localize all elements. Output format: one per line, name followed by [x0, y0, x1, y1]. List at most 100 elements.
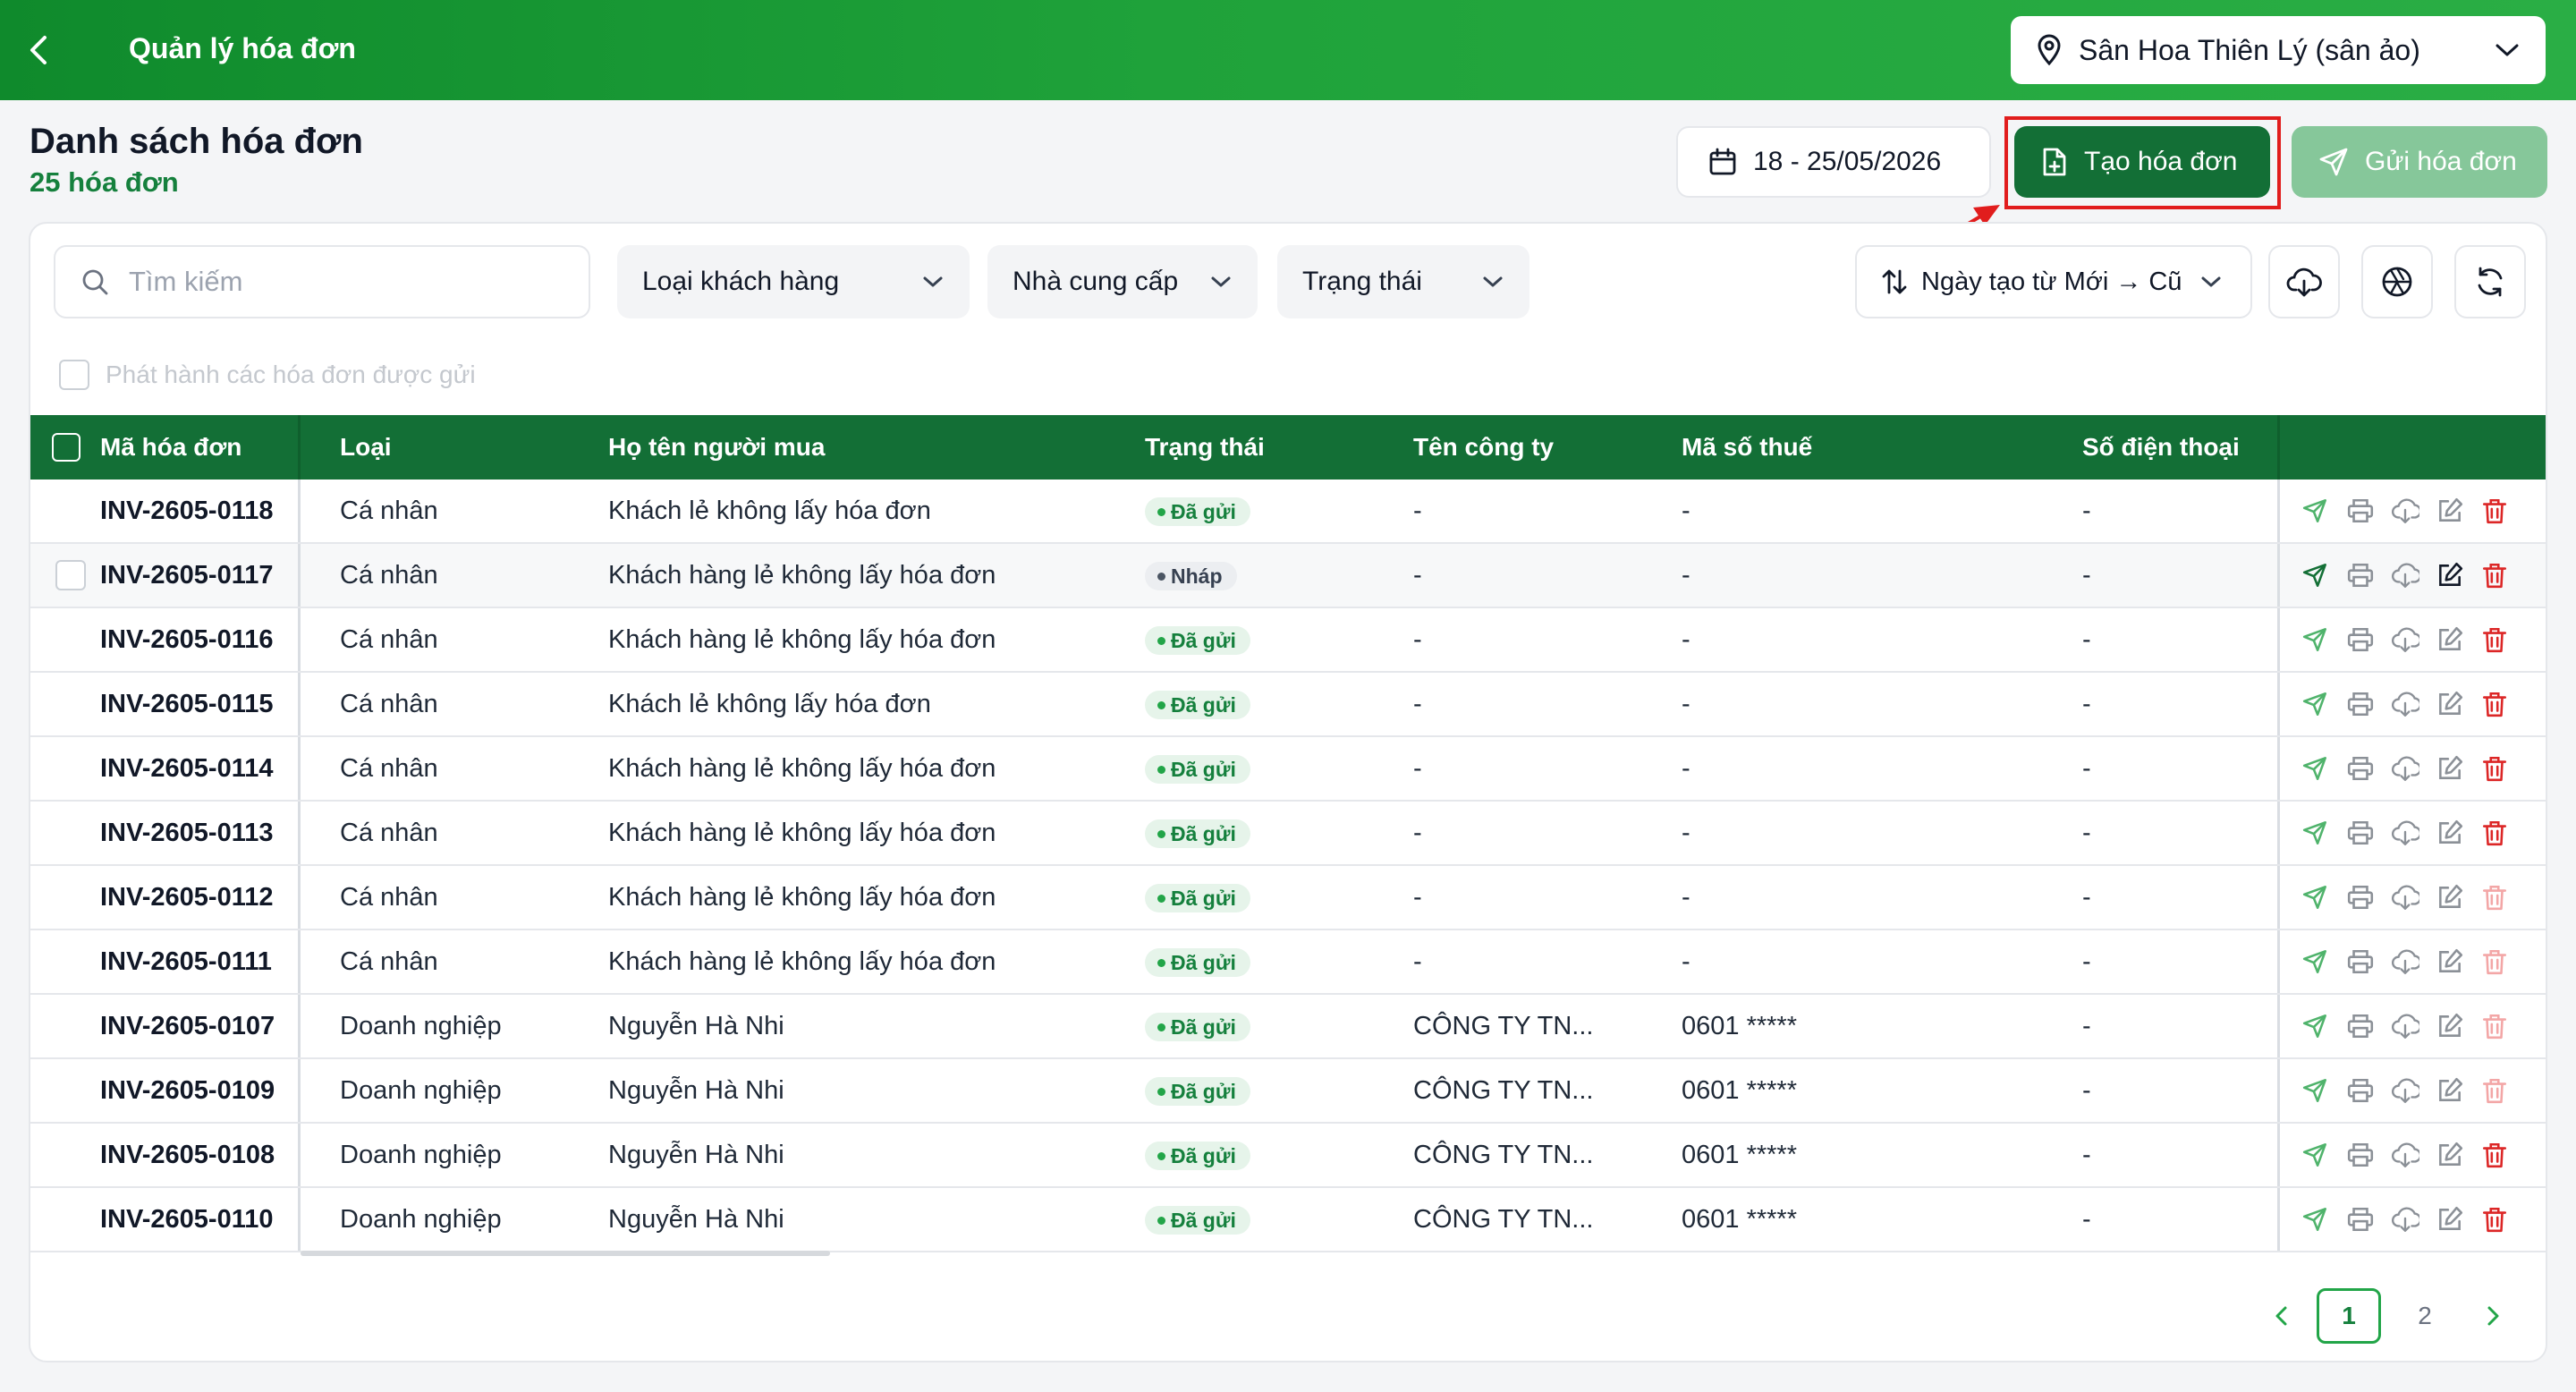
delete-row-button[interactable] [2472, 682, 2517, 726]
delete-row-button[interactable] [2472, 488, 2517, 533]
delete-row-button[interactable] [2472, 746, 2517, 791]
edit-row-button[interactable] [2428, 811, 2472, 855]
delete-row-button[interactable] [2472, 811, 2517, 855]
table-row[interactable]: INV-2605-0110 Doanh nghiệp Nguyễn Hà Nhi CÔ… [30, 1188, 2546, 1252]
table-row[interactable]: INV-2605-0108 Doanh nghiệp Nguyễn Hà Nhi CÔ… [30, 1124, 2546, 1188]
edit-row-button[interactable] [2428, 488, 2472, 533]
delete-row-button[interactable] [2472, 1197, 2517, 1242]
edit-row-button[interactable] [2428, 1004, 2472, 1048]
page-1-button[interactable]: 1 [2317, 1288, 2381, 1344]
delete-row-button[interactable] [2472, 553, 2517, 598]
delete-row-button[interactable] [2472, 1133, 2517, 1177]
table-row[interactable]: INV-2605-0118 Cá nhân Khách lẻ không lấy h… [30, 480, 2546, 544]
download-row-button[interactable] [2383, 553, 2428, 598]
send-row-button[interactable] [2293, 682, 2338, 726]
download-row-button[interactable] [2383, 1068, 2428, 1113]
cloud-download-button[interactable] [2268, 245, 2340, 318]
download-row-button[interactable] [2383, 875, 2428, 920]
send-row-button[interactable] [2293, 746, 2338, 791]
back-button[interactable] [20, 30, 59, 70]
send-row-button[interactable] [2293, 1197, 2338, 1242]
edit-row-button[interactable] [2428, 746, 2472, 791]
send-row-button[interactable] [2293, 875, 2338, 920]
table-row[interactable]: INV-2605-0111 Cá nhân Khách hàng lẻ không … [30, 930, 2546, 995]
table-row[interactable]: INV-2605-0114 Cá nhân Khách hàng lẻ không … [30, 737, 2546, 802]
select-all-checkbox[interactable] [52, 433, 80, 462]
table-row[interactable]: INV-2605-0113 Cá nhân Khách hàng lẻ không … [30, 802, 2546, 866]
download-row-button[interactable] [2383, 682, 2428, 726]
edit-row-button[interactable] [2428, 1068, 2472, 1113]
send-row-button[interactable] [2293, 553, 2338, 598]
send-row-button[interactable] [2293, 811, 2338, 855]
header-code[interactable]: Mã hóa đơn [100, 415, 242, 480]
horizontal-scrollbar[interactable] [301, 1251, 830, 1256]
header-buyer[interactable]: Họ tên người mua [608, 415, 825, 480]
header-status[interactable]: Trạng thái [1145, 415, 1265, 480]
edit-row-button[interactable] [2428, 682, 2472, 726]
print-row-button[interactable] [2338, 1004, 2383, 1048]
send-invoice-button[interactable]: Gửi hóa đơn [2292, 126, 2547, 198]
status-filter[interactable]: Trạng thái [1277, 245, 1530, 318]
row-checkbox[interactable] [55, 560, 86, 590]
send-row-button[interactable] [2293, 617, 2338, 662]
print-row-button[interactable] [2338, 1197, 2383, 1242]
print-row-button[interactable] [2338, 682, 2383, 726]
edit-row-button[interactable] [2428, 939, 2472, 984]
publish-sent-checkbox[interactable] [59, 360, 89, 390]
customer-type-filter[interactable]: Loại khách hàng [617, 245, 970, 318]
table-row[interactable]: INV-2605-0116 Cá nhân Khách hàng lẻ không … [30, 608, 2546, 673]
venue-select[interactable]: Sân Hoa Thiên Lý (sân ảo) [2011, 16, 2546, 84]
delete-row-button[interactable] [2472, 875, 2517, 920]
header-phone[interactable]: Số điện thoại [2082, 415, 2240, 480]
header-type[interactable]: Loại [340, 415, 392, 480]
date-range-button[interactable]: 18 - 25/05/2026 [1676, 126, 1991, 198]
download-row-button[interactable] [2383, 1004, 2428, 1048]
print-row-button[interactable] [2338, 746, 2383, 791]
sort-button[interactable]: Ngày tạo từ Mới → Cũ [1855, 245, 2252, 318]
delete-row-button[interactable] [2472, 939, 2517, 984]
print-row-button[interactable] [2338, 1133, 2383, 1177]
page-2-button[interactable]: 2 [2402, 1288, 2447, 1344]
delete-row-button[interactable] [2472, 1068, 2517, 1113]
table-row[interactable]: INV-2605-0109 Doanh nghiệp Nguyễn Hà Nhi CÔ… [30, 1059, 2546, 1124]
print-row-button[interactable] [2338, 488, 2383, 533]
delete-row-button[interactable] [2472, 1004, 2517, 1048]
table-row[interactable]: INV-2605-0112 Cá nhân Khách hàng lẻ không … [30, 866, 2546, 930]
print-row-button[interactable] [2338, 1068, 2383, 1113]
send-row-button[interactable] [2293, 1068, 2338, 1113]
download-row-button[interactable] [2383, 1197, 2428, 1242]
table-row[interactable]: INV-2605-0115 Cá nhân Khách lẻ không lấy h… [30, 673, 2546, 737]
next-page-button[interactable] [2470, 1288, 2515, 1344]
print-row-button[interactable] [2338, 553, 2383, 598]
refresh-button[interactable] [2454, 245, 2526, 318]
print-row-button[interactable] [2338, 939, 2383, 984]
download-row-button[interactable] [2383, 811, 2428, 855]
print-row-button[interactable] [2338, 875, 2383, 920]
download-row-button[interactable] [2383, 617, 2428, 662]
print-row-button[interactable] [2338, 811, 2383, 855]
download-row-button[interactable] [2383, 488, 2428, 533]
download-row-button[interactable] [2383, 1133, 2428, 1177]
prev-page-button[interactable] [2259, 1288, 2304, 1344]
send-row-button[interactable] [2293, 1004, 2338, 1048]
edit-row-button[interactable] [2428, 553, 2472, 598]
search-input[interactable] [129, 266, 558, 298]
send-row-button[interactable] [2293, 488, 2338, 533]
header-company[interactable]: Tên công ty [1413, 415, 1554, 480]
send-row-button[interactable] [2293, 939, 2338, 984]
aperture-button[interactable] [2361, 245, 2433, 318]
table-row[interactable]: INV-2605-0107 Doanh nghiệp Nguyễn Hà Nhi CÔ… [30, 995, 2546, 1059]
header-tax[interactable]: Mã số thuế [1682, 415, 1812, 480]
edit-row-button[interactable] [2428, 1133, 2472, 1177]
edit-row-button[interactable] [2428, 875, 2472, 920]
download-row-button[interactable] [2383, 939, 2428, 984]
supplier-filter[interactable]: Nhà cung cấp [987, 245, 1258, 318]
edit-row-button[interactable] [2428, 617, 2472, 662]
print-row-button[interactable] [2338, 617, 2383, 662]
send-row-button[interactable] [2293, 1133, 2338, 1177]
search-box[interactable] [54, 245, 590, 318]
table-row[interactable]: INV-2605-0117 Cá nhân Khách hàng lẻ không … [30, 544, 2546, 608]
edit-row-button[interactable] [2428, 1197, 2472, 1242]
delete-row-button[interactable] [2472, 617, 2517, 662]
download-row-button[interactable] [2383, 746, 2428, 791]
